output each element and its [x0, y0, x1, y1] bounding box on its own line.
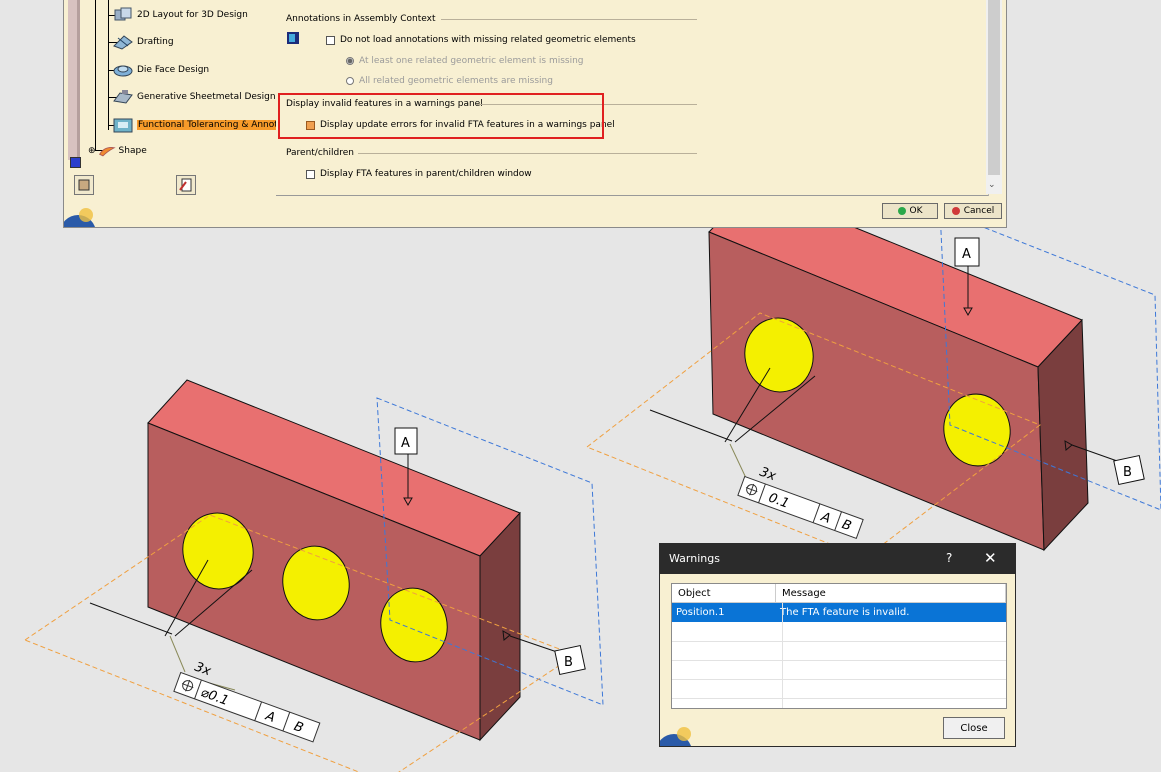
group-title-assembly: Annotations in Assembly Context — [286, 14, 436, 24]
close-button[interactable]: Close — [943, 717, 1005, 739]
cancel-button[interactable]: Cancel — [944, 203, 1002, 219]
parent-children-checkbox[interactable] — [306, 169, 315, 179]
scroll-down-arrow-icon[interactable]: ⌄ — [988, 180, 996, 190]
right-datum-b-label: B — [1123, 465, 1132, 480]
tree-item-sheetmetal[interactable]: Generative Sheetmetal Design — [112, 88, 276, 106]
right-multiplier: 3x — [758, 465, 778, 485]
layout-3d-icon — [114, 7, 132, 21]
highlight-box — [278, 93, 604, 139]
help-icon[interactable]: ? — [946, 551, 952, 565]
drafting-icon — [113, 35, 133, 50]
ok-button[interactable]: OK — [882, 203, 938, 219]
assembly-annotation-icon — [287, 32, 299, 44]
left-multiplier: 3x — [193, 660, 213, 680]
ok-icon — [897, 207, 906, 215]
column-header-object[interactable]: Object — [672, 584, 776, 603]
shape-icon — [98, 147, 116, 157]
right-part[interactable]: A B 3x 0.1 A B — [586, 185, 1161, 559]
cancel-icon — [951, 207, 960, 215]
group-title-parent-children: Parent/children — [286, 148, 354, 158]
option-radio-at-least-one[interactable]: At least one related geometric element i… — [346, 56, 584, 66]
fta-icon — [113, 118, 133, 133]
tree-item-die-face[interactable]: Die Face Design — [112, 61, 209, 79]
tree-item-fta[interactable]: Functional Tolerancing & Annota — [112, 116, 285, 134]
scrollbar-thumb[interactable] — [988, 0, 1000, 175]
right-datum-a-label: A — [962, 247, 971, 262]
column-header-message[interactable]: Message — [776, 584, 1006, 603]
right-feature-control-frame[interactable]: 0.1 A B — [737, 475, 864, 540]
option-parent-children[interactable]: Display FTA features in parent/children … — [306, 169, 532, 179]
catia-logo-icon — [64, 208, 95, 227]
table-row[interactable]: Position.1 The FTA feature is invalid. — [672, 603, 1006, 622]
die-face-icon — [113, 65, 133, 77]
all-missing-radio[interactable] — [346, 77, 354, 85]
warnings-title: Warnings — [669, 552, 720, 565]
left-datum-a-label: A — [401, 436, 410, 451]
at-least-one-radio[interactable] — [346, 57, 354, 65]
option-radio-all[interactable]: All related geometric elements are missi… — [346, 76, 553, 86]
catia-logo-icon — [660, 727, 691, 746]
expand-icon[interactable]: ⊕ — [88, 146, 96, 156]
warnings-list[interactable]: Object Message Position.1 The FTA featur… — [671, 583, 1007, 709]
left-feature-control-frame[interactable]: ⌀0.1 A B — [173, 671, 321, 743]
tree-tool-button-1[interactable] — [74, 175, 94, 195]
tree-item-shape[interactable]: ⊕ Shape — [88, 142, 147, 160]
sheetmetal-icon — [113, 90, 133, 104]
option-do-not-load[interactable]: Do not load annotations with missing rel… — [326, 35, 636, 45]
tree-item-2d-layout[interactable]: 2D Layout for 3D Design — [112, 6, 248, 24]
tree-tool-button-2[interactable] — [176, 175, 196, 195]
do-not-load-checkbox[interactable] — [326, 35, 335, 45]
tool-icon — [78, 179, 90, 191]
left-datum-b-label: B — [564, 655, 573, 670]
options-dialog: 2D Layout for 3D Design Drafting Die Fac… — [63, 0, 1007, 228]
left-part[interactable]: A B 3x ⌀0.1 A B — [23, 379, 604, 772]
tree-scroll-down-button[interactable] — [70, 157, 81, 168]
close-icon[interactable]: ✕ — [984, 549, 997, 567]
warnings-body: Object Message Position.1 The FTA featur… — [660, 574, 1015, 746]
tool-icon — [179, 178, 192, 192]
warnings-title-bar[interactable]: Warnings ? ✕ — [660, 544, 1015, 574]
tree-item-drafting[interactable]: Drafting — [112, 33, 174, 51]
warnings-dialog: Warnings ? ✕ Object Message Position.1 T… — [659, 543, 1016, 747]
